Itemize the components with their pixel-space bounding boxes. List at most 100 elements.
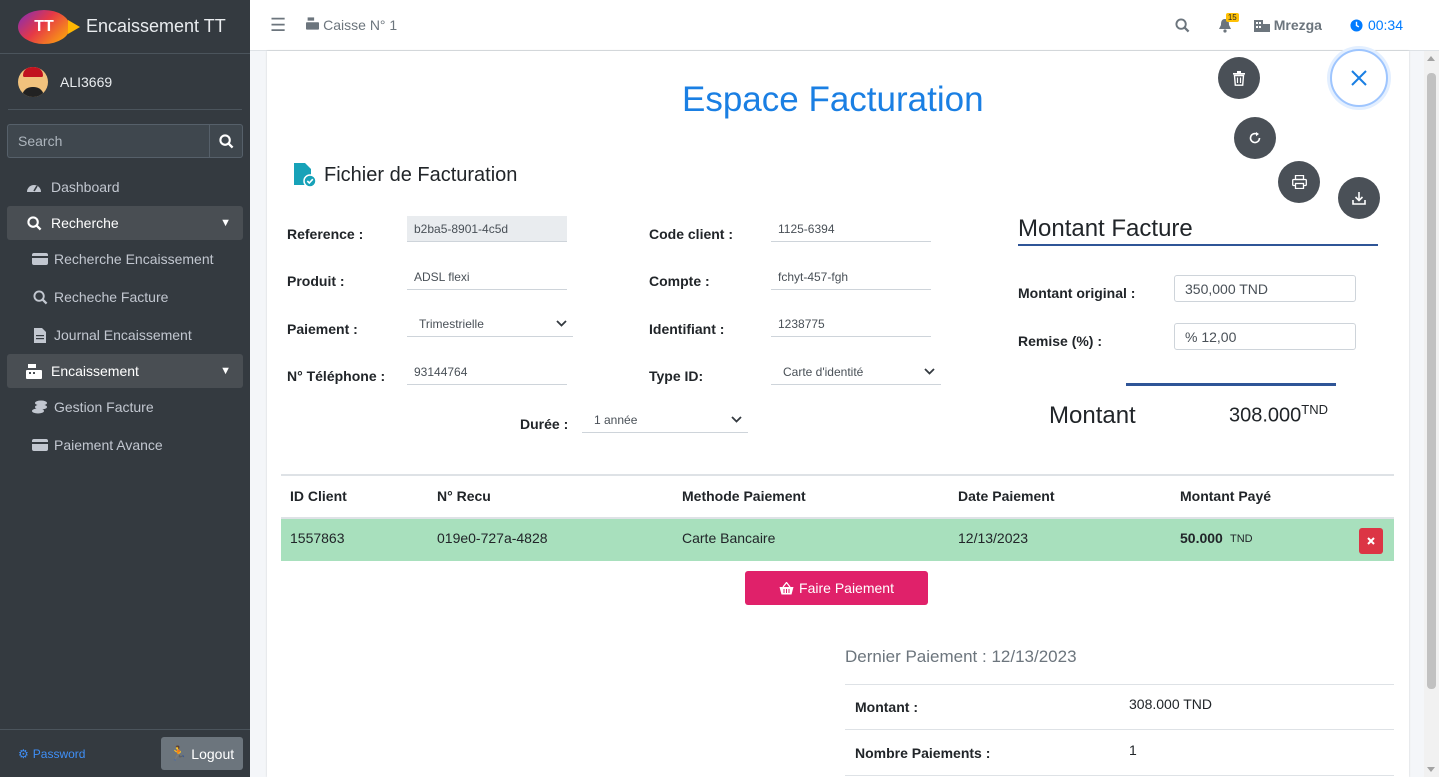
paiement-label: Paiement :: [287, 321, 358, 337]
search-input[interactable]: [7, 124, 209, 158]
top-search-button[interactable]: [1175, 17, 1190, 33]
cell-date: 12/13/2023: [958, 530, 1029, 546]
sidebar-item-encaissement[interactable]: Encaissement ▼: [7, 354, 243, 388]
search-icon: [218, 133, 233, 148]
notification-badge: 15: [1225, 12, 1239, 22]
delete-row-button[interactable]: [1359, 528, 1383, 554]
user-panel[interactable]: ALI3669: [8, 54, 242, 110]
scrollbar[interactable]: [1424, 51, 1439, 777]
reference-field[interactable]: b2ba5-8901-4c5d: [407, 216, 567, 242]
location-indicator[interactable]: Mrezga: [1253, 17, 1322, 33]
sidebar-item-label: Dashboard: [51, 179, 120, 195]
dernier-paiement-divider: [845, 684, 1394, 685]
code-client-field[interactable]: 1125-6394: [771, 216, 931, 242]
paiement-select[interactable]: Trimestrielle: [407, 311, 573, 337]
print-button[interactable]: [1278, 161, 1320, 203]
refresh-icon: [1249, 132, 1261, 144]
telephone-label: N° Téléphone :: [287, 368, 386, 384]
sidebar-item-recherche[interactable]: Recherche ▼: [7, 206, 243, 240]
close-button[interactable]: [1330, 49, 1388, 107]
app-title: Encaissement TT: [86, 16, 226, 36]
th-id-client: ID Client: [290, 488, 347, 504]
menu-icon[interactable]: ☰: [270, 15, 286, 36]
page-title: Espace Facturation: [682, 80, 984, 119]
paiement-value: Trimestrielle: [419, 316, 484, 331]
sidebar-item-dashboard[interactable]: Dashboard: [0, 168, 250, 206]
building-icon: [1253, 20, 1270, 32]
montant-value: 308.000TND: [1229, 402, 1328, 428]
montant-original-field[interactable]: 350,000 TND: [1174, 275, 1356, 302]
chevron-down-icon: [731, 416, 742, 423]
notifications-button[interactable]: 15: [1218, 12, 1239, 33]
dp-nombre-label: Nombre Paiements :: [855, 745, 991, 761]
telephone-field[interactable]: 93144764: [407, 359, 567, 385]
produit-label: Produit :: [287, 273, 345, 289]
logo-text: TT: [34, 17, 54, 35]
dp-montant-label: Montant :: [855, 699, 918, 715]
running-icon: 🏃: [169, 745, 188, 761]
scroll-down-arrow[interactable]: [1427, 767, 1435, 772]
brand[interactable]: TT Encaissement TT: [0, 0, 250, 54]
duree-label: Durée :: [520, 416, 569, 432]
shopping-basket-icon: [779, 581, 794, 594]
search-dollar-icon: [31, 289, 49, 305]
credit-card-icon: [31, 253, 49, 265]
close-icon: [1351, 70, 1367, 86]
type-id-select[interactable]: Carte d'identité: [771, 359, 941, 385]
montant-facture-underline: [1018, 244, 1378, 246]
faire-paiement-label: Faire Paiement: [799, 580, 894, 596]
sidebar-item-paiement-avance[interactable]: Paiement Avance: [0, 426, 250, 464]
session-timer: 00:34: [1350, 17, 1403, 33]
sidebar-search: [7, 124, 243, 158]
search-button[interactable]: [209, 124, 243, 158]
tt-logo: TT: [18, 9, 80, 44]
chevron-down-icon: [556, 320, 567, 327]
chevron-down-icon: ▼: [220, 217, 231, 229]
sidebar-item-gestion-facture[interactable]: Gestion Facture: [0, 388, 250, 426]
sidebar-item-label: Gestion Facture: [54, 399, 154, 415]
produit-field[interactable]: ADSL flexi: [407, 264, 567, 290]
delete-button[interactable]: [1218, 57, 1260, 99]
identifiant-field[interactable]: 1238775: [771, 311, 931, 337]
password-label: Password: [32, 746, 86, 761]
sidebar-item-label: Recheche Facture: [54, 289, 169, 305]
type-id-label: Type ID:: [649, 368, 704, 384]
compte-field[interactable]: fchyt-457-fgh: [771, 264, 931, 290]
cell-recu: 019e0-727a-4828: [437, 530, 548, 546]
location-label: Mrezga: [1273, 17, 1322, 33]
user-name: ALI3669: [60, 73, 113, 90]
close-icon: [1367, 537, 1375, 545]
sidebar-item-label: Recherche: [51, 215, 119, 231]
table-top-border: [281, 474, 1394, 476]
sidebar-item-journal-encaissement[interactable]: Journal Encaissement: [0, 316, 250, 354]
chevron-down-icon: ▼: [220, 365, 231, 377]
montant-amount: 308.000: [1229, 404, 1302, 427]
compte-label: Compte :: [649, 273, 710, 289]
reference-label: Reference :: [287, 226, 364, 242]
search-icon: [1175, 17, 1190, 32]
logout-button[interactable]: 🏃 Logout: [161, 737, 243, 770]
scroll-up-arrow[interactable]: [1427, 56, 1435, 61]
duree-select[interactable]: 1 année: [582, 407, 748, 433]
download-icon: [1352, 192, 1366, 205]
sidebar-item-recherche-encaissement[interactable]: Recherche Encaissement: [0, 240, 250, 278]
faire-paiement-button[interactable]: Faire Paiement: [745, 571, 928, 605]
password-link[interactable]: ⚙ Password: [18, 747, 85, 761]
search-icon: [24, 215, 44, 231]
scroll-thumb[interactable]: [1427, 73, 1436, 689]
refresh-button[interactable]: [1234, 117, 1276, 159]
download-button[interactable]: [1338, 177, 1380, 219]
duree-value: 1 année: [594, 412, 638, 427]
cash-register-icon: [24, 363, 44, 379]
sidebar-item-recheche-facture[interactable]: Recheche Facture: [0, 278, 250, 316]
dp-montant-value: 308.000 TND: [1129, 696, 1213, 712]
sidebar-footer: ⚙ Password 🏃 Logout: [0, 729, 250, 777]
caisse-indicator: Caisse N° 1: [306, 17, 397, 33]
credit-card-icon: [31, 439, 49, 451]
remise-field[interactable]: % 12,00: [1174, 323, 1356, 350]
cash-register-icon: [306, 17, 320, 33]
chevron-down-icon: [924, 368, 935, 375]
avatar: [18, 66, 48, 97]
type-id-value: Carte d'identité: [783, 364, 864, 379]
code-client-label: Code client :: [649, 226, 734, 242]
